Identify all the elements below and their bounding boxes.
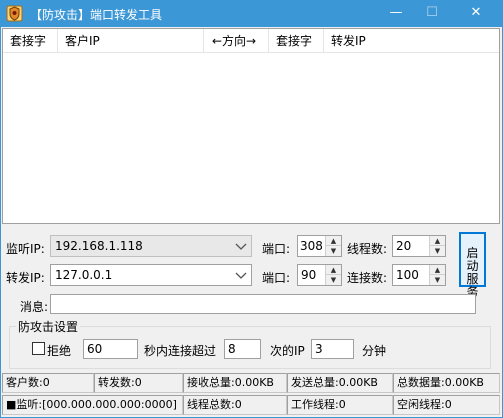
connections-stepper[interactable]: 100 ▲ ▼ [392, 264, 446, 286]
spin-up-icon[interactable]: ▲ [430, 236, 445, 246]
listen-port-value: 308 [300, 239, 323, 253]
idle-threads: 空闲线程:0 [393, 395, 500, 415]
listen-ip-label: 监听IP: [6, 242, 45, 256]
sent-total: 发送总量:0.00KB [287, 373, 393, 393]
protection-settings-title: 防攻击设置 [16, 318, 81, 335]
maximize-button[interactable]: ☐ [414, 3, 450, 23]
connections-label: 连接数: [347, 271, 388, 285]
threads-stepper[interactable]: 20 ▲ ▼ [392, 235, 446, 257]
threads-spin: ▲ ▼ [429, 236, 445, 256]
list-header: 套接字 客户IP ←方向→ 套接字 转发IP [3, 29, 499, 53]
listen-port-stepper[interactable]: 308 ▲ ▼ [297, 235, 342, 257]
forward-ip-select[interactable]: 127.0.0.1 [50, 264, 252, 286]
spin-up-icon[interactable]: ▲ [430, 265, 445, 275]
threads-total: 线程总数:0 [183, 395, 287, 415]
minutes-text: 分钟 [362, 344, 387, 358]
seconds-value: 60 [87, 342, 103, 356]
reject-checkbox[interactable] [32, 342, 45, 355]
column-header-socket[interactable]: 套接字 [3, 29, 58, 53]
chevron-down-icon [235, 272, 247, 279]
listen-port-spin: ▲ ▼ [325, 236, 341, 256]
spin-up-icon[interactable]: ▲ [326, 236, 341, 246]
listen-status: ■监听:[000.000.000.000:0000] [2, 395, 183, 415]
forward-port-label: 端口: [262, 271, 291, 285]
status-bar-1: 客户数:0 转发数:0 接收总量:0.00KB 发送总量:0.00KB 总数据量… [2, 373, 500, 393]
spin-down-icon[interactable]: ▼ [430, 246, 445, 256]
minutes-value: 3 [315, 342, 323, 356]
listen-port-label: 端口: [262, 242, 291, 256]
connections-spin: ▲ ▼ [429, 265, 445, 285]
forward-port-value: 90 [301, 268, 317, 282]
received-total: 接收总量:0.00KB [183, 373, 287, 393]
threads-value: 20 [396, 239, 412, 253]
times-value: 8 [228, 342, 236, 356]
start-button-line1: 启动 [466, 246, 479, 273]
start-service-button[interactable]: 启动 服务 [459, 232, 486, 299]
clients-count: 客户数:0 [2, 373, 94, 393]
column-header-client-ip[interactable]: 客户IP [58, 29, 204, 53]
seconds-field[interactable]: 60 [83, 339, 138, 359]
threads-label: 线程数: [347, 242, 388, 256]
forward-ip-label: 转发IP: [6, 271, 45, 285]
times-text: 次的IP [270, 344, 305, 358]
column-header-direction[interactable]: ←方向→ [204, 29, 269, 53]
forwards-count: 转发数:0 [94, 373, 183, 393]
close-button[interactable]: ✕ [458, 3, 494, 23]
minimize-button[interactable]: — [378, 3, 414, 23]
message-field[interactable] [50, 294, 476, 314]
spin-down-icon[interactable]: ▼ [326, 275, 341, 285]
title-bar[interactable]: 【防攻击】端口转发工具 — ☐ ✕ [0, 0, 503, 27]
seconds-text: 秒内连接超过 [144, 344, 217, 358]
status-bar-2: ■监听:[000.000.000.000:0000] 线程总数:0 工作线程:0… [2, 395, 500, 415]
listen-ip-select[interactable]: 192.168.1.118 [50, 235, 252, 257]
connection-list[interactable]: 套接字 客户IP ←方向→ 套接字 转发IP [2, 28, 500, 224]
data-total: 总数据量:0.00KB [393, 373, 500, 393]
listen-ip-value: 192.168.1.118 [55, 239, 143, 253]
spin-down-icon[interactable]: ▼ [326, 246, 341, 256]
bug-shield-icon [6, 5, 23, 22]
forward-port-stepper[interactable]: 90 ▲ ▼ [297, 264, 342, 286]
minutes-field[interactable]: 3 [311, 339, 354, 359]
times-field[interactable]: 8 [224, 339, 261, 359]
chevron-down-icon [235, 243, 247, 250]
working-threads: 工作线程:0 [287, 395, 393, 415]
column-header-socket-2[interactable]: 套接字 [269, 29, 324, 53]
column-header-forward-ip[interactable]: 转发IP [324, 29, 499, 53]
forward-port-spin: ▲ ▼ [325, 265, 341, 285]
reject-label[interactable]: 拒绝 [47, 342, 71, 359]
forward-ip-value: 127.0.0.1 [55, 268, 113, 282]
spin-up-icon[interactable]: ▲ [326, 265, 341, 275]
message-label: 消息: [20, 300, 49, 314]
window-title: 【防攻击】端口转发工具 [30, 8, 163, 22]
connections-value: 100 [396, 268, 419, 282]
spin-down-icon[interactable]: ▼ [430, 275, 445, 285]
